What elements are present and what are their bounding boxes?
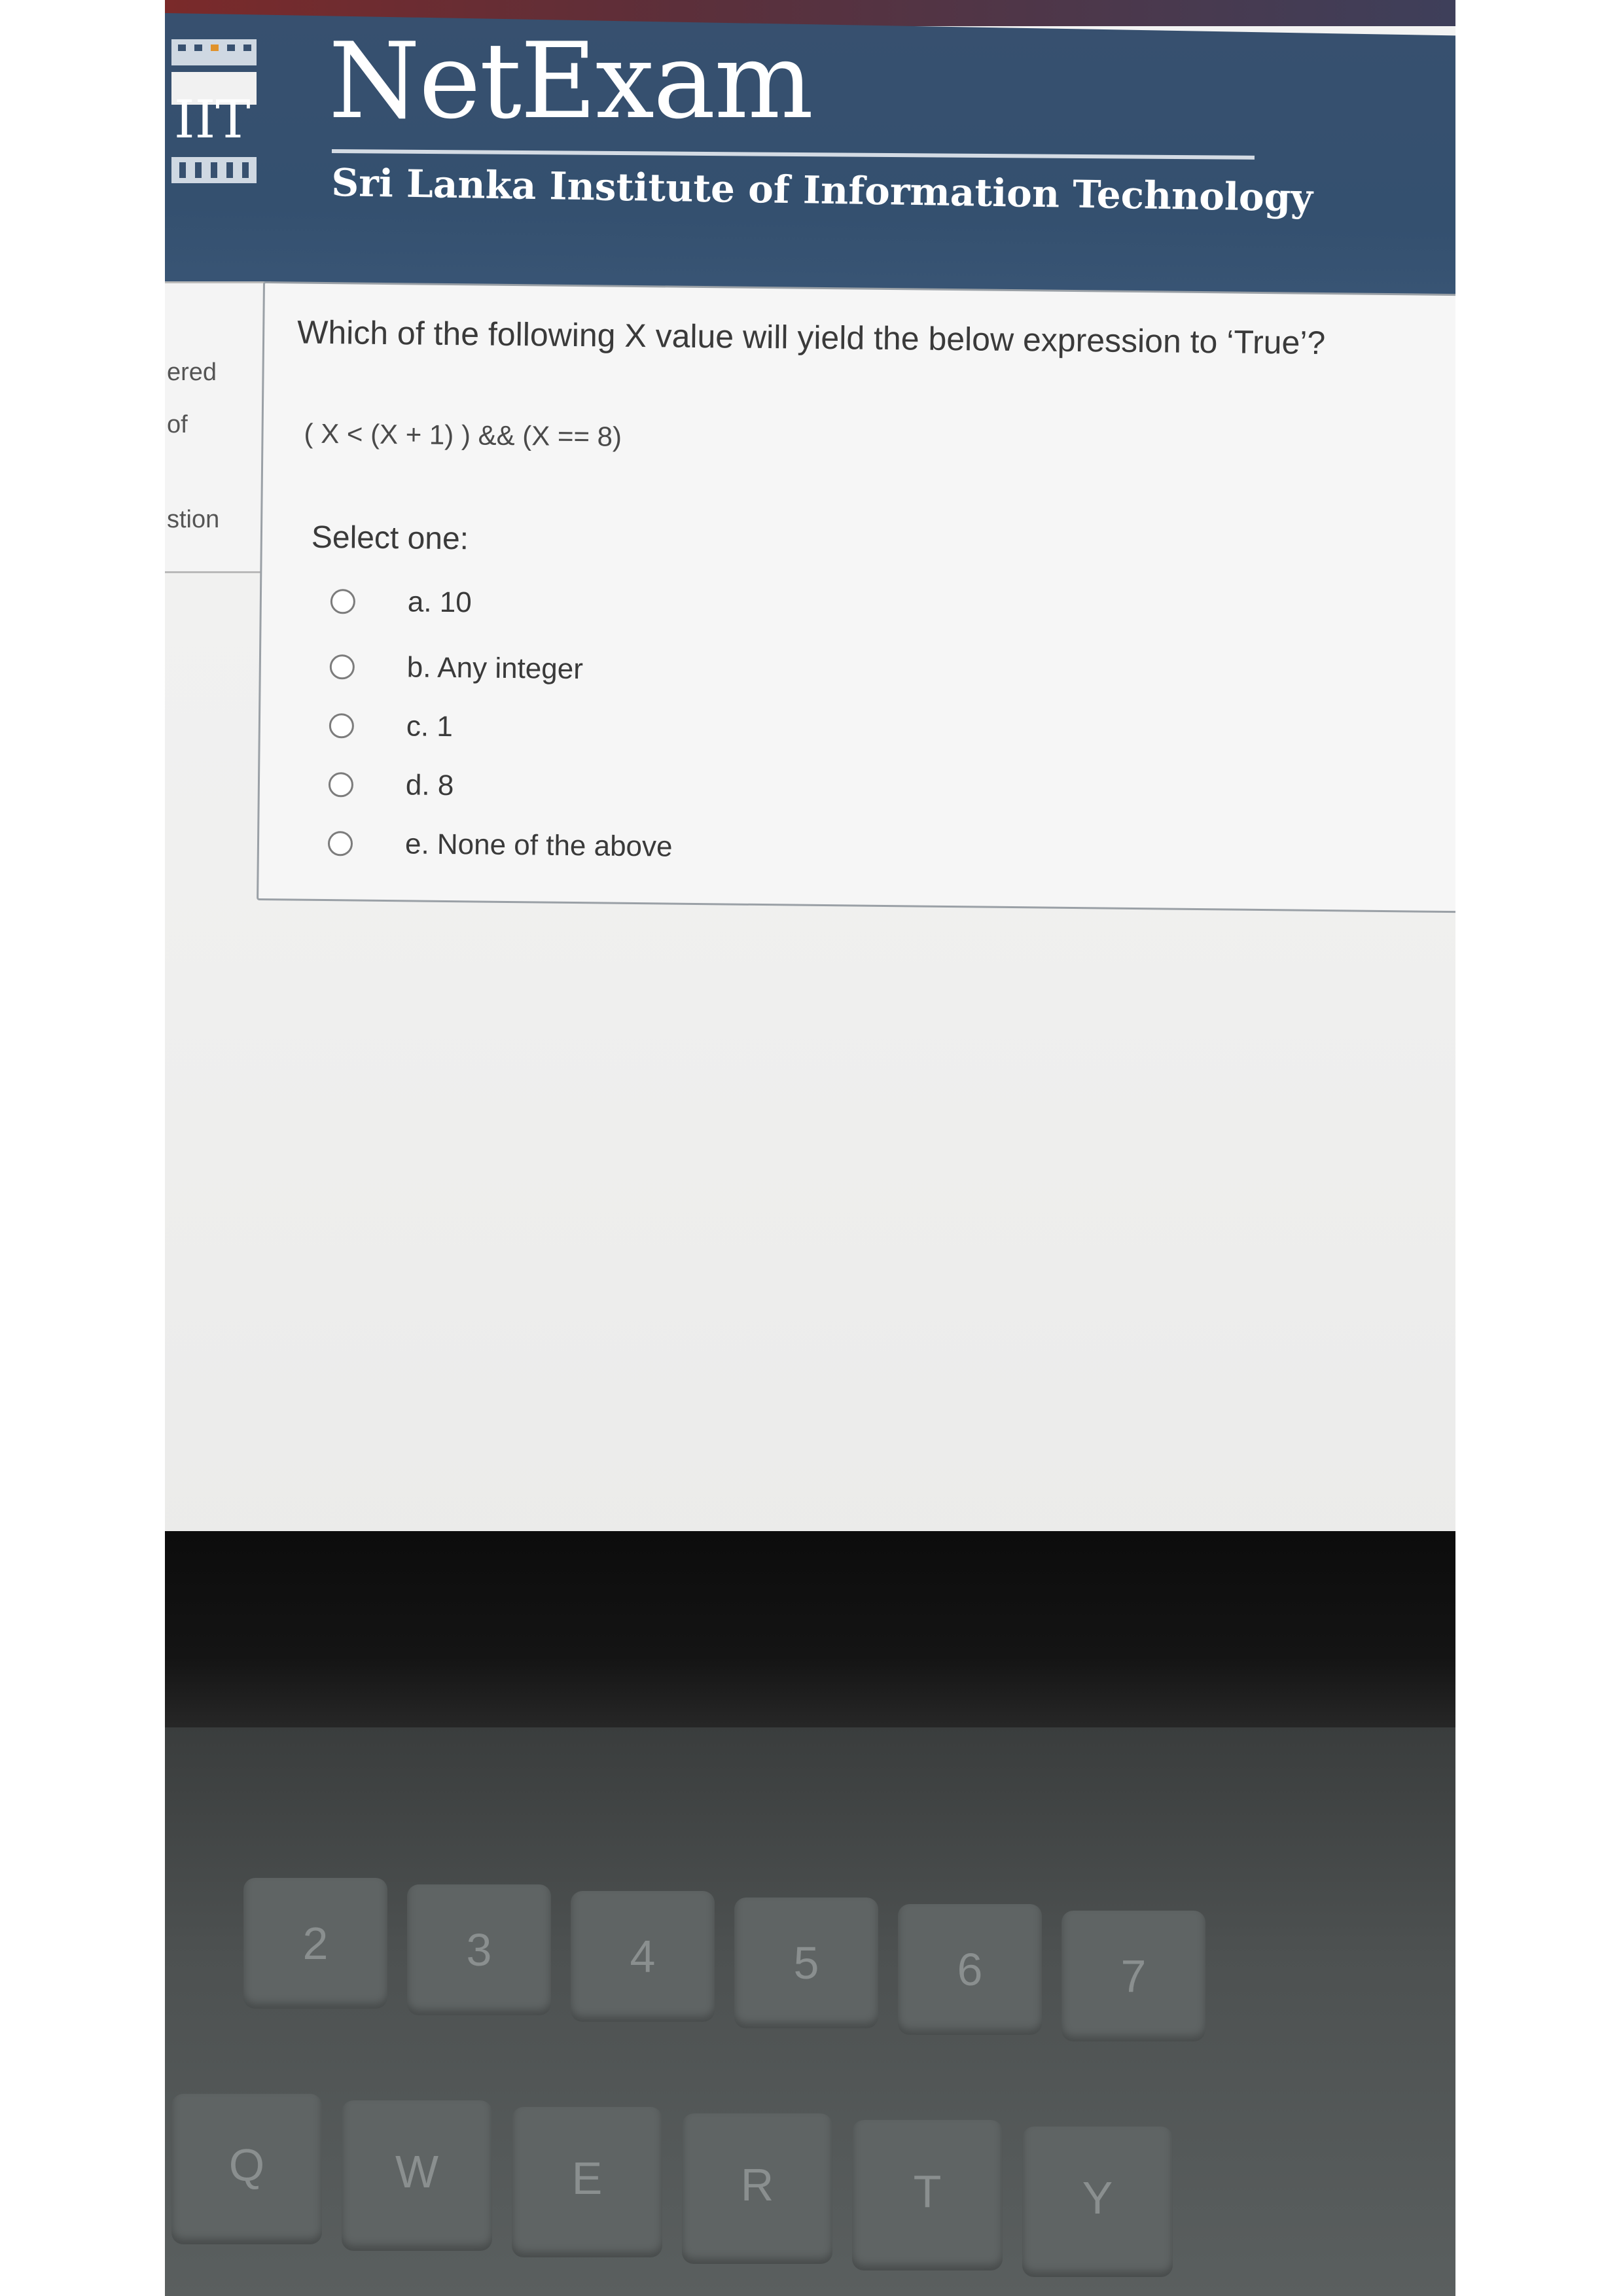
answer-option-label: e. None of the above <box>404 828 673 863</box>
flag-question-link[interactable]: stion <box>167 506 219 534</box>
keyboard-key: T <box>852 2120 1003 2270</box>
info-status-text: ered <box>167 359 217 386</box>
answer-option-label: a. 10 <box>407 586 473 619</box>
question-box: Which of the following X value will yiel… <box>257 281 1455 913</box>
answer-option-b[interactable]: b. Any integer <box>329 647 584 689</box>
keyboard-key: R <box>682 2113 832 2264</box>
question-text: Which of the following X value will yiel… <box>296 313 1326 362</box>
answer-option-label: c. 1 <box>406 710 454 743</box>
keyboard-key: Q <box>171 2094 322 2244</box>
monitor-bezel <box>165 1531 1455 1740</box>
answer-option-d[interactable]: d. 8 <box>328 765 454 805</box>
keyboard-key: 4 <box>571 1891 715 2022</box>
keyboard-key: 3 <box>407 1884 551 2015</box>
radio-button-e[interactable] <box>327 831 353 857</box>
answer-option-label: b. Any integer <box>406 651 584 686</box>
keyboard-key: Y <box>1022 2127 1173 2277</box>
monitor-screen: IIT NetExam Sri Lanka Institute of Infor… <box>165 0 1455 1564</box>
keyboard-key: W <box>342 2100 492 2251</box>
svg-text:IIT: IIT <box>174 89 251 150</box>
photo-frame: IIT NetExam Sri Lanka Institute of Infor… <box>165 0 1455 2296</box>
answer-option-a[interactable]: a. 10 <box>330 582 472 622</box>
info-marks-text: of <box>167 411 188 438</box>
keyboard-key: 7 <box>1061 1911 1205 2041</box>
radio-button-d[interactable] <box>328 772 354 798</box>
keyboard-key: 5 <box>734 1898 878 2028</box>
answer-option-label: d. 8 <box>405 769 454 802</box>
keyboard-key: 2 <box>243 1878 387 2009</box>
answer-option-e[interactable]: e. None of the above <box>327 824 673 867</box>
laptop-keyboard: 2 3 4 5 6 7 Q W E R T Y <box>165 1727 1455 2296</box>
question-info-panel: ered of stion <box>165 281 274 573</box>
answer-option-c[interactable]: c. 1 <box>329 706 454 747</box>
select-one-label: Select one: <box>311 520 469 557</box>
brand-title: NetExam <box>329 20 813 142</box>
sliit-logo-icon: IIT <box>171 39 257 183</box>
keyboard-key: E <box>512 2107 662 2257</box>
keyboard-key: 6 <box>898 1904 1042 2035</box>
radio-button-a[interactable] <box>330 589 356 614</box>
radio-button-b[interactable] <box>329 654 355 680</box>
question-expression: ( X < (X + 1) ) && (X == 8) <box>304 417 622 452</box>
radio-button-c[interactable] <box>329 713 355 739</box>
